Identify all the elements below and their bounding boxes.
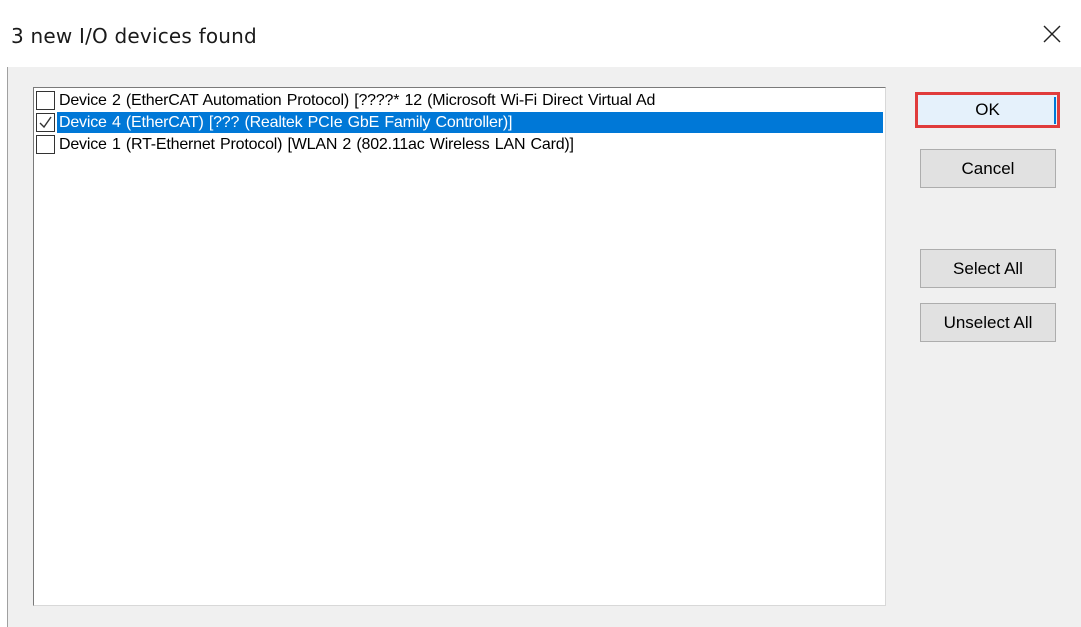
unselect-all-button[interactable]: Unselect All (920, 303, 1056, 342)
close-button[interactable] (1023, 0, 1081, 67)
dialog-title: 3 new I/O devices found (11, 24, 257, 48)
device-checkbox[interactable] (36, 91, 55, 110)
device-list-item[interactable]: Device 4 (EtherCAT) [??? (Realtek PCIe G… (36, 112, 883, 133)
device-checkbox[interactable] (36, 135, 55, 154)
device-list-item[interactable]: Device 1 (RT-Ethernet Protocol) [WLAN 2 … (36, 134, 883, 155)
dialog-titlebar: 3 new I/O devices found (0, 0, 1081, 67)
cancel-button[interactable]: Cancel (920, 149, 1056, 188)
device-label: Device 1 (RT-Ethernet Protocol) [WLAN 2 … (59, 136, 574, 153)
checkmark-icon (39, 116, 52, 129)
ok-button[interactable]: OK (915, 92, 1060, 128)
select-all-button[interactable]: Select All (920, 249, 1056, 288)
device-label: Device 2 (EtherCAT Automation Protocol) … (59, 92, 656, 109)
device-label: Device 4 (EtherCAT) [??? (Realtek PCIe G… (57, 112, 883, 133)
close-icon (1043, 25, 1061, 42)
device-list-item[interactable]: Device 2 (EtherCAT Automation Protocol) … (36, 90, 883, 111)
device-checkbox[interactable] (36, 113, 55, 132)
device-list[interactable]: Device 2 (EtherCAT Automation Protocol) … (33, 87, 886, 606)
dialog-body: Device 2 (EtherCAT Automation Protocol) … (7, 67, 1081, 627)
